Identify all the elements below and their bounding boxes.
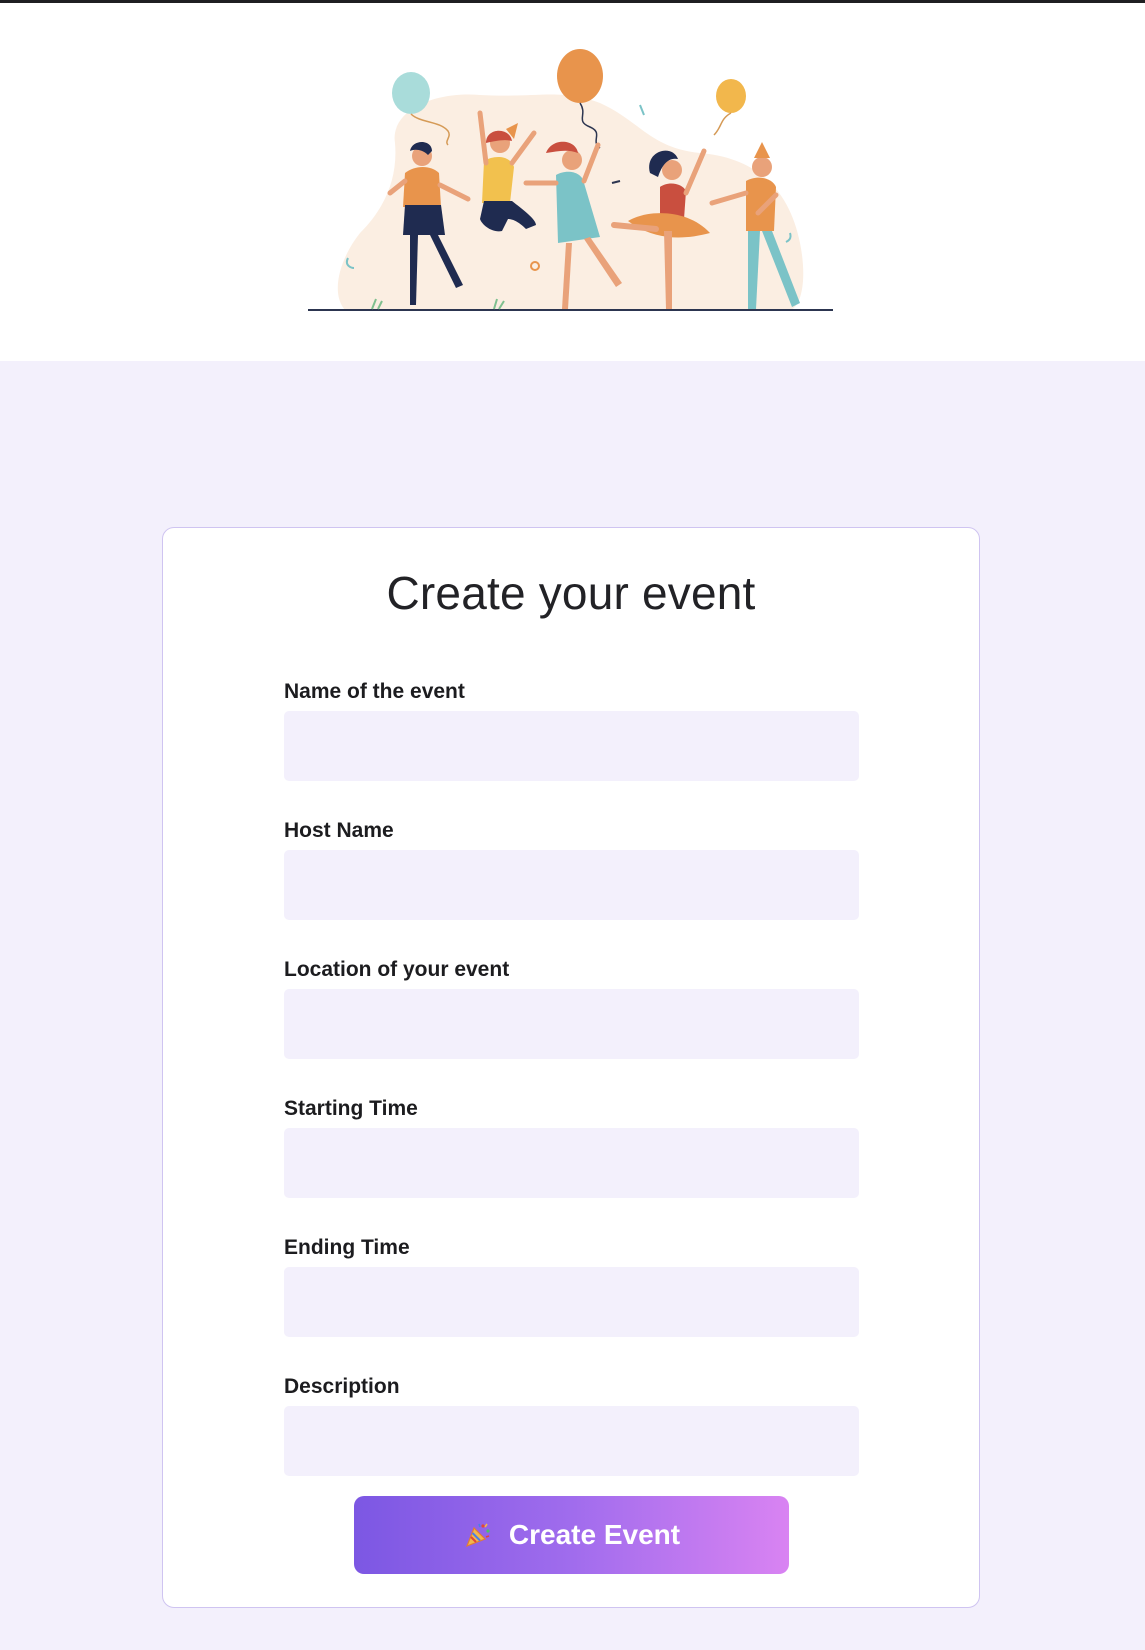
ending-time-field: Ending Time [284,1234,859,1337]
create-event-card: Create your event Name of the event Host… [162,527,980,1608]
create-event-label: Create Event [508,1519,681,1550]
starting-time-field: Starting Time [284,1095,859,1198]
event-name-input[interactable] [284,711,859,781]
host-name-input[interactable] [284,850,859,920]
description-field: Description [284,1373,859,1476]
location-label: Location of your event [284,958,510,981]
description-input[interactable] [284,1406,859,1476]
description-label: Description [284,1375,400,1398]
starting-time-input[interactable] [284,1128,859,1198]
ending-time-input[interactable] [284,1267,859,1337]
party-illustration [308,49,833,311]
hero-banner [0,3,1145,361]
party-popper-icon [463,1520,493,1550]
host-name-label: Host Name [284,819,394,842]
location-field: Location of your event [284,956,859,1059]
ending-time-label: Ending Time [284,1236,410,1259]
host-name-field: Host Name [284,817,859,920]
location-input[interactable] [284,989,859,1059]
event-name-field: Name of the event [284,678,859,781]
starting-time-label: Starting Time [284,1097,418,1120]
event-name-label: Name of the event [284,680,465,703]
page-title: Create your event [386,567,756,619]
create-event-button[interactable]: Create Event [354,1496,789,1574]
